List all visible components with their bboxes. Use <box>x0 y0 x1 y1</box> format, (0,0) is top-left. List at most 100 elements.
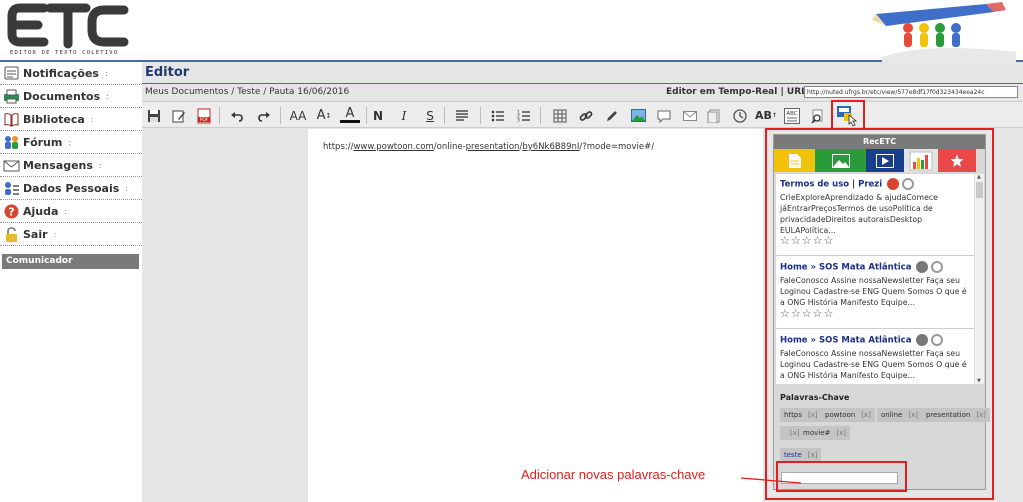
history-icon[interactable] <box>730 106 750 125</box>
editor-text: https://www.powtoon.com/online-presentat… <box>323 142 654 152</box>
remove-keyword-icon[interactable]: [x] <box>908 411 918 419</box>
keyword-tag[interactable]: https [x] <box>780 408 822 422</box>
recommendation-title[interactable]: Home » SOS Mata Atlântica <box>780 334 944 346</box>
italic-icon[interactable]: I <box>394 106 414 125</box>
recommendation-description: CrieExploreAprendizado & ajudaComece jáE… <box>780 193 938 235</box>
numbered-list-icon[interactable]: 123 <box>514 106 534 125</box>
book-icon <box>3 111 20 128</box>
annotation-line <box>741 477 802 484</box>
keyword-label: online <box>881 411 903 419</box>
text-link[interactable]: by6Nk6B89nI <box>522 142 579 152</box>
sidebar-item-mensagens[interactable]: Mensagens : <box>0 154 142 177</box>
remove-keyword-icon[interactable]: [x] <box>836 429 846 437</box>
image-icon[interactable] <box>628 106 648 125</box>
redo-icon[interactable] <box>254 106 274 125</box>
keyword-tag[interactable]: presentation [x] <box>922 408 990 422</box>
keyword-label: teste <box>784 451 802 459</box>
tab-images[interactable] <box>815 149 866 172</box>
comunicador-bar[interactable]: Comunicador <box>2 254 139 269</box>
sidebar-item-documentos[interactable]: Documentos : <box>0 85 142 108</box>
font-family-icon[interactable]: A ↕ <box>314 106 334 125</box>
notification-icon <box>3 65 20 82</box>
keyword-tag[interactable]: teste [x] <box>780 448 822 462</box>
breadcrumb[interactable]: Meus Documentos / Teste / Pauta 16/06/20… <box>145 87 349 97</box>
bullet-list-icon[interactable] <box>488 106 508 125</box>
sidebar: Notificações : Documentos : Biblioteca :… <box>0 62 142 502</box>
email-icon[interactable] <box>680 106 700 125</box>
sidebar-item-forum[interactable]: Fórum : <box>0 131 142 154</box>
font-size-icon[interactable]: AA <box>288 106 308 125</box>
document-stack-icon[interactable] <box>704 106 724 125</box>
remove-keyword-icon[interactable]: [x] <box>808 411 818 419</box>
recetc-button[interactable] <box>835 105 861 127</box>
save-icon[interactable] <box>144 106 164 125</box>
table-icon[interactable] <box>550 106 570 125</box>
sidebar-item-ajuda[interactable]: ? Ajuda : <box>0 200 142 223</box>
tab-favorites[interactable] <box>938 149 976 172</box>
text-link[interactable]: www.powtoon.com <box>353 142 433 152</box>
spellcheck-icon[interactable]: ABC <box>782 106 802 125</box>
sidebar-item-label: Sair <box>23 227 48 241</box>
keyword-tag[interactable]: online [x] <box>877 408 922 422</box>
scrollbar-thumb[interactable] <box>976 182 983 198</box>
keyword-tag[interactable]: powtoon [x] <box>821 408 875 422</box>
justify-icon[interactable] <box>452 106 472 125</box>
circle-icon[interactable] <box>902 178 915 190</box>
chevron-right-icon: : <box>98 160 102 170</box>
svg-text:PDF: PDF <box>200 117 209 123</box>
sidebar-item-notificacoes[interactable]: Notificações : <box>0 62 142 85</box>
bold-icon[interactable]: N <box>368 106 388 125</box>
remove-keyword-icon[interactable]: [x] <box>976 411 986 419</box>
heart-icon[interactable] <box>887 178 900 190</box>
lock-icon <box>3 226 20 243</box>
editor-toolbar: PDF AA A ↕ A N I S 1 2 3 AB ↑ ABC <box>142 100 1023 130</box>
sidebar-item-dados-pessoais[interactable]: Dados Pessoais : <box>0 177 142 200</box>
tab-videos[interactable] <box>866 149 904 172</box>
toolbar-separator <box>219 107 220 124</box>
mascot-illustration <box>866 2 1016 62</box>
pencil-icon[interactable] <box>602 106 622 125</box>
sidebar-item-sair[interactable]: Sair : <box>0 223 142 246</box>
tab-documents[interactable] <box>774 149 815 172</box>
recommendation-title[interactable]: Home » SOS Mata Atlântica <box>780 261 944 273</box>
page: EDITOR DE TEXTO COLETIVO Notificações: … <box>0 0 1023 502</box>
undo-icon[interactable] <box>227 106 247 125</box>
rating-stars[interactable]: ☆☆☆☆☆ <box>780 307 834 320</box>
sidebar-item-label: Ajuda <box>23 204 59 218</box>
list-item[interactable]: Home » SOS Mata Atlântica FaleConosco As… <box>776 257 974 329</box>
editor-document-area[interactable]: https://www.powtoon.com/online-presentat… <box>308 129 763 502</box>
uppercase-label: AB <box>755 109 772 122</box>
keyword-label: https <box>784 411 803 419</box>
list-item[interactable]: Termos de uso | Prezi CrieExploreAprendi… <box>776 174 974 256</box>
font-color-icon[interactable]: A <box>340 106 360 123</box>
pdf-icon[interactable]: PDF <box>194 106 214 125</box>
scroll-up-icon[interactable]: ▲ <box>977 174 981 180</box>
remove-keyword-icon[interactable]: [x] <box>808 451 818 459</box>
envelope-icon <box>3 157 20 174</box>
heart-icon[interactable] <box>916 334 929 346</box>
text-link[interactable]: presentation <box>466 142 520 152</box>
circle-icon[interactable] <box>931 334 944 346</box>
sidebar-item-biblioteca[interactable]: Biblioteca : <box>0 108 142 131</box>
comment-icon[interactable] <box>654 106 674 125</box>
remove-keyword-icon[interactable]: [x] <box>861 411 871 419</box>
uppercase-icon[interactable]: AB ↑ <box>755 106 777 125</box>
url-field[interactable] <box>804 86 1018 98</box>
circle-icon[interactable] <box>931 261 944 273</box>
recommendation-title[interactable]: Termos de uso | Prezi <box>780 178 915 190</box>
edit-document-icon[interactable] <box>169 106 189 125</box>
recommendation-title-text: Home » SOS Mata Atlântica <box>780 262 912 273</box>
find-icon[interactable] <box>808 106 828 125</box>
heart-icon[interactable] <box>916 261 929 273</box>
scrollbar[interactable]: ▲ ▼ <box>974 174 984 384</box>
list-item[interactable]: Home » SOS Mata Atlântica FaleConosco As… <box>776 330 974 384</box>
link-icon[interactable] <box>576 106 596 125</box>
etc-logo[interactable]: EDITOR DE TEXTO COLETIVO <box>6 2 131 60</box>
tab-presentations[interactable] <box>904 149 938 172</box>
text-segment: /?mode=movie#/ <box>579 142 655 152</box>
keyword-tag[interactable]: movie# [x] <box>799 426 850 440</box>
underline-icon[interactable]: S <box>420 106 440 125</box>
people-icon <box>3 134 20 151</box>
rating-stars[interactable]: ☆☆☆☆☆ <box>780 234 834 247</box>
scroll-down-icon[interactable]: ▼ <box>977 378 981 384</box>
